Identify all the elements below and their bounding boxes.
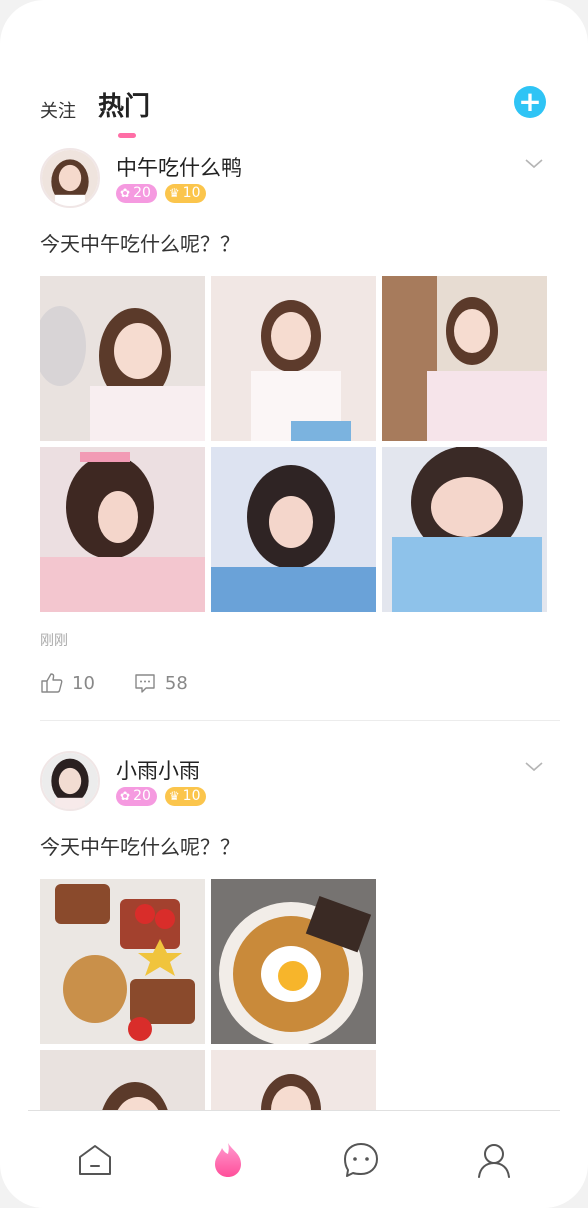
photo-grid (0, 879, 588, 1110)
username[interactable]: 小雨小雨 (116, 755, 200, 785)
app-screen: 关注 热门 + 中午吃什么鸭 ✿ 20 ♛ 10 今天中午吃什么呢？？ 刚刚 1… (0, 0, 588, 1208)
post-actions: 10 58 (0, 668, 588, 698)
post-text: 今天中午吃什么呢？？ (40, 835, 240, 859)
flower-badge: ✿ 20 (116, 787, 157, 806)
tab-home[interactable] (70, 1135, 120, 1185)
add-post-button[interactable]: + (514, 86, 546, 118)
chevron-down-icon[interactable] (524, 757, 544, 777)
photo[interactable] (211, 447, 376, 612)
chevron-down-icon[interactable] (524, 154, 544, 174)
photo[interactable] (382, 276, 547, 441)
photo[interactable] (40, 1050, 205, 1110)
user-badges: ✿ 20 ♛ 10 (116, 184, 207, 203)
active-tab-indicator (118, 133, 136, 138)
user-badges: ✿ 20 ♛ 10 (116, 787, 207, 806)
avatar[interactable] (40, 148, 100, 208)
photo[interactable] (211, 276, 376, 441)
post-divider (40, 720, 560, 721)
fire-icon (214, 1142, 241, 1177)
avatar[interactable] (40, 751, 100, 811)
tab-messages[interactable] (336, 1135, 386, 1185)
crown-count: 10 (182, 788, 201, 804)
photo[interactable] (211, 879, 376, 1044)
like-button[interactable]: 10 (40, 671, 95, 695)
tab-following[interactable]: 关注 (40, 100, 76, 124)
feed[interactable]: 中午吃什么鸭 ✿ 20 ♛ 10 今天中午吃什么呢？？ 刚刚 10 58 小雨小… (0, 140, 588, 1110)
crown-count: 10 (182, 185, 201, 201)
post-header: 小雨小雨 ✿ 20 ♛ 10 (0, 743, 588, 813)
crown-icon: ♛ (168, 186, 180, 200)
post-card: 小雨小雨 ✿ 20 ♛ 10 今天中午吃什么呢？？ (0, 743, 588, 1110)
flower-count: 20 (133, 185, 151, 201)
photo-grid (0, 276, 588, 612)
tab-profile[interactable] (469, 1135, 519, 1185)
tab-hot[interactable]: 热门 (98, 90, 151, 138)
like-count: 10 (72, 672, 95, 694)
post-time: 刚刚 (40, 633, 68, 649)
post-card: 中午吃什么鸭 ✿ 20 ♛ 10 今天中午吃什么呢？？ 刚刚 10 58 (0, 140, 588, 721)
thumbs-up-icon (41, 673, 63, 693)
flower-icon: ✿ (120, 789, 131, 803)
tab-hot-feed[interactable] (203, 1135, 253, 1185)
photo[interactable] (40, 879, 205, 1044)
username[interactable]: 中午吃什么鸭 (116, 152, 242, 182)
crown-badge: ♛ 10 (164, 184, 207, 203)
post-text: 今天中午吃什么呢？？ (40, 232, 240, 256)
empty-cell (382, 879, 547, 1044)
plus-icon: + (518, 85, 542, 118)
post-header: 中午吃什么鸭 ✿ 20 ♛ 10 (0, 140, 588, 210)
comment-icon (135, 674, 155, 693)
tab-hot-label: 热门 (98, 92, 151, 122)
comment-count: 58 (164, 672, 188, 694)
flower-count: 20 (133, 788, 151, 804)
bottom-tab-bar (28, 1110, 560, 1208)
photo[interactable] (211, 1050, 376, 1110)
home-icon (78, 1144, 111, 1175)
flower-badge: ✿ 20 (116, 184, 157, 203)
crown-badge: ♛ 10 (164, 787, 207, 806)
photo[interactable] (40, 276, 205, 441)
flower-icon: ✿ (120, 186, 131, 200)
profile-icon (477, 1143, 510, 1178)
comment-button[interactable]: 58 (133, 671, 188, 695)
message-icon (343, 1142, 378, 1177)
crown-icon: ♛ (168, 789, 180, 803)
photo[interactable] (382, 447, 547, 612)
top-tabs: 关注 热门 (40, 84, 172, 138)
photo[interactable] (40, 447, 205, 612)
